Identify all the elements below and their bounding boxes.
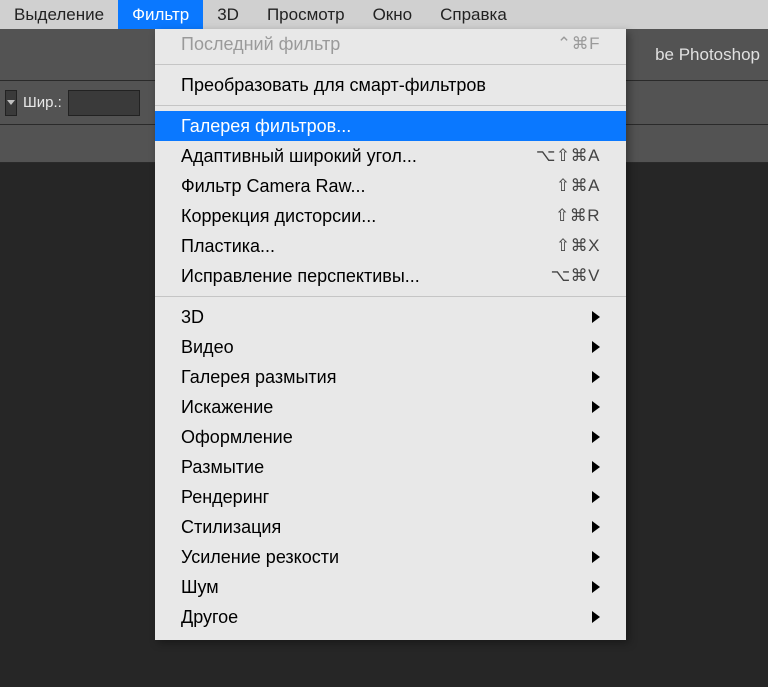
menu-item-camera-raw[interactable]: Фильтр Camera Raw... ⇧⌘A: [155, 171, 626, 201]
menu-item-filter-gallery[interactable]: Галерея фильтров...: [155, 111, 626, 141]
menu-item-other-sub[interactable]: Другое: [155, 602, 626, 632]
shortcut-text: ⇧⌘X: [556, 236, 600, 256]
menu-item-3d-sub[interactable]: 3D: [155, 302, 626, 332]
filter-dropdown: Последний фильтр ⌃⌘F Преобразовать для с…: [155, 29, 626, 640]
menu-item-pixelate-sub[interactable]: Оформление: [155, 422, 626, 452]
menu-item-convert-smart[interactable]: Преобразовать для смарт-фильтров: [155, 70, 626, 100]
menu-window[interactable]: Окно: [359, 0, 427, 29]
menu-item-video-sub[interactable]: Видео: [155, 332, 626, 362]
menu-separator: [155, 64, 626, 65]
menu-item-noise-sub[interactable]: Шум: [155, 572, 626, 602]
menu-filter[interactable]: Фильтр: [118, 0, 203, 29]
menu-item-distort-sub[interactable]: Искажение: [155, 392, 626, 422]
submenu-arrow-icon: [592, 341, 600, 353]
menu-item-adaptive-wide-angle[interactable]: Адаптивный широкий угол... ⌥⇧⌘A: [155, 141, 626, 171]
shortcut-text: ⌥⌘V: [551, 266, 600, 286]
app-title-fragment: be Photoshop: [655, 29, 760, 80]
menu-item-liquify[interactable]: Пластика... ⇧⌘X: [155, 231, 626, 261]
menu-separator: [155, 296, 626, 297]
submenu-arrow-icon: [592, 371, 600, 383]
shortcut-text: ⇧⌘A: [556, 176, 600, 196]
submenu-arrow-icon: [592, 461, 600, 473]
menu-item-vanishing-point[interactable]: Исправление перспективы... ⌥⌘V: [155, 261, 626, 291]
menu-select[interactable]: Выделение: [0, 0, 118, 29]
shortcut-text: ⌥⇧⌘A: [536, 146, 600, 166]
menu-help[interactable]: Справка: [426, 0, 521, 29]
menu-3d[interactable]: 3D: [203, 0, 253, 29]
menu-view[interactable]: Просмотр: [253, 0, 359, 29]
tool-preset-dropdown[interactable]: [5, 90, 17, 116]
shortcut-text: ⇧⌘R: [555, 206, 600, 226]
submenu-arrow-icon: [592, 551, 600, 563]
submenu-arrow-icon: [592, 581, 600, 593]
width-label: Шир.:: [23, 94, 62, 111]
submenu-arrow-icon: [592, 611, 600, 623]
menu-item-last-filter: Последний фильтр ⌃⌘F: [155, 29, 626, 59]
menu-item-blur-sub[interactable]: Размытие: [155, 452, 626, 482]
width-input[interactable]: [68, 90, 140, 116]
menu-item-sharpen-sub[interactable]: Усиление резкости: [155, 542, 626, 572]
submenu-arrow-icon: [592, 311, 600, 323]
menu-item-stylize-sub[interactable]: Стилизация: [155, 512, 626, 542]
menu-item-lens-correction[interactable]: Коррекция дисторсии... ⇧⌘R: [155, 201, 626, 231]
submenu-arrow-icon: [592, 491, 600, 503]
submenu-arrow-icon: [592, 521, 600, 533]
menu-item-render-sub[interactable]: Рендеринг: [155, 482, 626, 512]
menu-item-blur-gallery-sub[interactable]: Галерея размытия: [155, 362, 626, 392]
menu-separator: [155, 105, 626, 106]
submenu-arrow-icon: [592, 401, 600, 413]
chevron-down-icon: [7, 100, 15, 105]
shortcut-text: ⌃⌘F: [557, 34, 600, 54]
submenu-arrow-icon: [592, 431, 600, 443]
menubar: Выделение Фильтр 3D Просмотр Окно Справк…: [0, 0, 768, 29]
